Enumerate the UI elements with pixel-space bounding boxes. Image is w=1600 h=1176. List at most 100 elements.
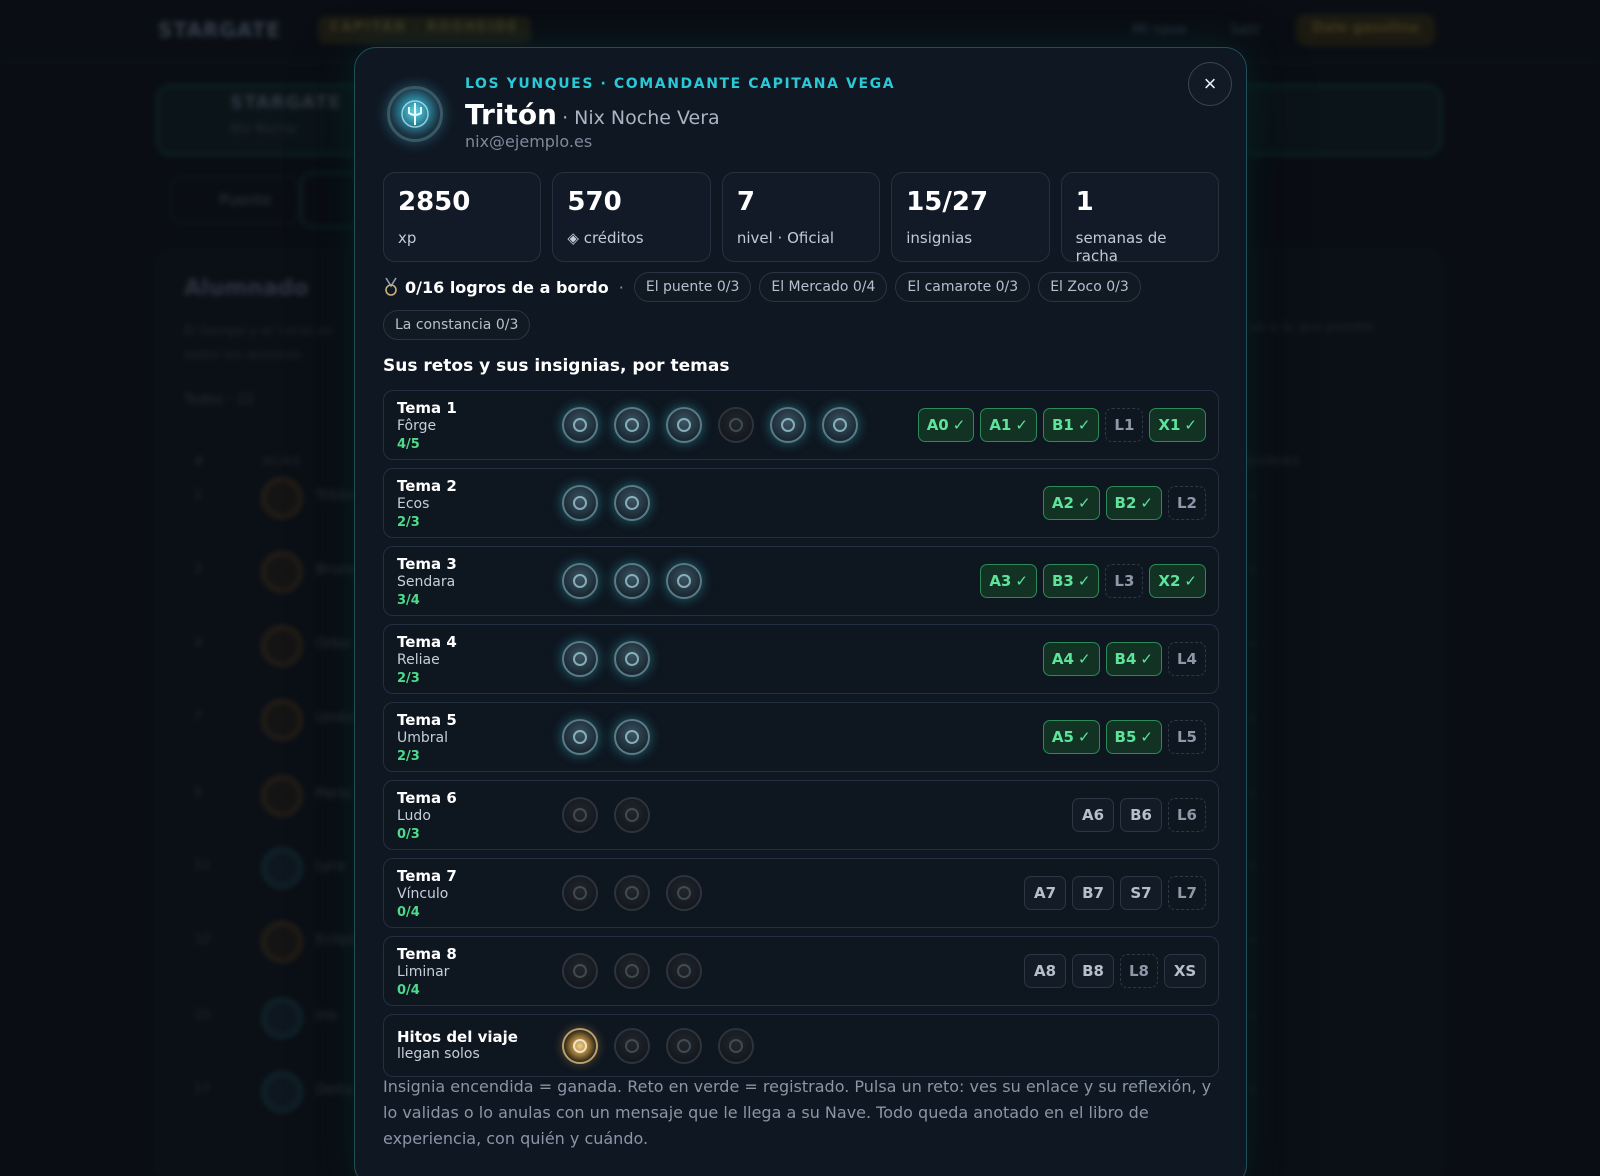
check-icon: ✓ [1077, 728, 1091, 746]
achievement-chip: El Mercado 0/4 [759, 272, 888, 302]
table-row[interactable]: 11 Lyra [184, 848, 364, 888]
challenge-button[interactable]: XS [1164, 954, 1206, 988]
challenge-button[interactable]: A4 ✓ [1042, 642, 1100, 676]
badge-earned-icon [770, 407, 806, 443]
achievement-chip: El camarote 0/3 [895, 272, 1031, 302]
challenge-label: L5 [1177, 728, 1197, 746]
medal-icon [385, 277, 397, 296]
table-row[interactable]: 12 Eclipse [184, 922, 365, 962]
stat-label: insignias [906, 229, 973, 247]
challenge-button[interactable]: A5 ✓ [1042, 720, 1100, 754]
check-icon: ✓ [1184, 416, 1197, 434]
ship-card-sub: Nix Noche [230, 122, 297, 137]
challenge-label: L2 [1177, 494, 1197, 512]
challenge-button[interactable]: A0 ✓ [917, 408, 975, 442]
challenge-button[interactable]: L7 [1168, 876, 1206, 910]
badge-glyph [573, 964, 587, 978]
challenge-button[interactable]: L1 [1105, 408, 1144, 442]
close-button[interactable]: × [1188, 62, 1232, 106]
challenge-button[interactable]: B6 [1120, 798, 1162, 832]
avatar [262, 1072, 302, 1112]
challenge-label: B6 [1130, 806, 1152, 824]
challenge-button[interactable]: X1 ✓ [1149, 408, 1206, 442]
challenge-button[interactable]: A1 ✓ [980, 408, 1037, 442]
stat-value: 15/27 [906, 187, 989, 217]
tab-puente[interactable]: Puente [170, 176, 300, 224]
avatar [262, 700, 302, 740]
cta-button[interactable]: Dale gasolina [1296, 14, 1435, 46]
challenge-button[interactable]: X2 ✓ [1149, 564, 1206, 598]
challenge-list: A4 ✓ B4 ✓ L4 [1042, 642, 1206, 676]
challenge-button[interactable]: A2 ✓ [1042, 486, 1100, 520]
badge-earned-icon [666, 407, 702, 443]
challenge-button[interactable]: L3 [1105, 564, 1144, 598]
challenge-button[interactable]: A6 [1072, 798, 1114, 832]
topic-subtitle: llegan solos [397, 1046, 480, 1062]
badge-glyph [573, 496, 587, 510]
badge-locked-icon [666, 1028, 702, 1064]
challenge-list: A8 B8 L8 XS [1024, 954, 1206, 988]
challenge-button[interactable]: B5 ✓ [1105, 720, 1162, 754]
challenge-list: A2 ✓ B2 ✓ L2 [1042, 486, 1206, 520]
trident-icon [401, 100, 429, 128]
challenge-button[interactable]: L6 [1168, 798, 1206, 832]
row-insignias-indicator: • [1250, 788, 1258, 802]
row-number: 2 [194, 562, 203, 577]
challenge-button[interactable]: B4 ✓ [1105, 642, 1162, 676]
topic-title: Tema 3 [397, 555, 457, 573]
challenge-button[interactable]: L4 [1168, 642, 1206, 676]
crew-line: LOS YUNQUES · COMANDANTE CAPITANA VEGA [465, 76, 896, 92]
challenge-button[interactable]: B1 ✓ [1042, 408, 1100, 442]
challenge-label: B8 [1082, 962, 1104, 980]
table-row[interactable]: 2 Bruma [184, 552, 364, 592]
topic-progress: 0/4 [397, 983, 420, 998]
badge-glyph [625, 964, 639, 978]
row-insignias-indicator: • [1250, 490, 1258, 504]
row-insignias-indicator: • [1250, 564, 1258, 578]
challenge-button[interactable]: B8 [1072, 954, 1114, 988]
challenge-button[interactable]: B2 ✓ [1105, 486, 1162, 520]
challenge-button[interactable]: L5 [1168, 720, 1206, 754]
challenge-button[interactable]: A8 [1024, 954, 1066, 988]
tab-active[interactable] [300, 172, 360, 228]
role-badge: CAPITÁN · ROGHEIDE [318, 16, 531, 44]
challenge-button[interactable]: B7 [1072, 876, 1114, 910]
stat-label: semanas de racha [1075, 229, 1167, 265]
topic-row: Tema 1 Fôrge 4/5 A0 ✓ A1 ✓ B1 ✓ L1 X1 ✓ [383, 390, 1219, 460]
filter-all[interactable]: Todos · 22 [184, 392, 255, 408]
challenge-label: B5 [1114, 728, 1137, 746]
challenge-button[interactable]: B3 ✓ [1042, 564, 1100, 598]
badge-earned-icon [562, 641, 598, 677]
badge-glyph [677, 886, 691, 900]
badge-locked-icon [562, 797, 598, 833]
table-row[interactable]: 1 Tritón [184, 478, 364, 518]
section-title: Sus retos y sus insignias, por temas [383, 356, 730, 376]
challenge-label: L3 [1114, 572, 1135, 590]
badge-list [562, 641, 650, 677]
table-row[interactable]: 4 Orbe [184, 626, 364, 666]
check-icon: ✓ [1140, 728, 1153, 746]
challenge-button[interactable]: S7 [1120, 876, 1162, 910]
nav-link-salir[interactable]: Salir [1230, 22, 1261, 38]
badge-glyph [677, 1039, 691, 1053]
badge-list [562, 953, 702, 989]
challenge-button[interactable]: A3 ✓ [980, 564, 1037, 598]
table-row[interactable]: 15 Iris [184, 998, 364, 1038]
challenge-button[interactable]: A7 [1024, 876, 1066, 910]
check-icon: ✓ [1140, 494, 1153, 512]
table-row[interactable]: 7 Umbra [184, 700, 364, 740]
check-icon: ✓ [952, 416, 966, 434]
row-number: 7 [194, 710, 203, 725]
nav-link-nave[interactable]: Mi nave [1132, 22, 1187, 38]
badge-locked-icon [614, 1028, 650, 1064]
row-number: 1 [194, 488, 203, 503]
badge-earned-icon [614, 485, 650, 521]
row-name: Orbe [316, 636, 351, 652]
challenge-button[interactable]: L2 [1168, 486, 1206, 520]
challenge-label: A3 [989, 572, 1012, 590]
table-row[interactable]: 17 Delta [184, 1072, 364, 1112]
stat-streak: 1 semanas de racha [1060, 172, 1220, 265]
challenge-button[interactable]: L8 [1120, 954, 1158, 988]
badge-glyph [625, 886, 639, 900]
table-row[interactable]: 9 Perla [184, 776, 364, 816]
